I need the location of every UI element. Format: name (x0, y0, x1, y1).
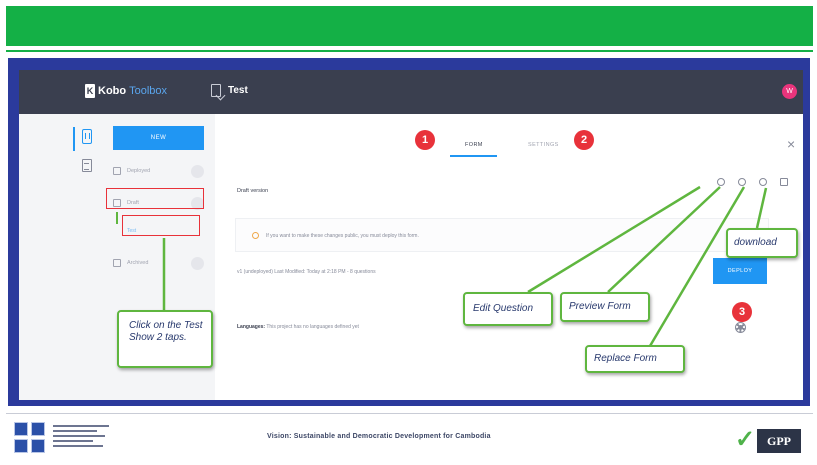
callout-click-test-text: Click on the Test Show 2 taps. (129, 320, 203, 343)
gpp-logo-text: GPP (757, 429, 801, 453)
step-marker-1: 1 (415, 130, 435, 150)
edit-question-icon[interactable] (717, 178, 725, 186)
check-icon: ✓ (735, 426, 756, 453)
kobo-logo[interactable]: K Kobo Toolbox (85, 84, 167, 98)
warning-icon (252, 232, 259, 239)
sidebar-item-deployed[interactable]: Deployed (113, 162, 204, 180)
close-icon[interactable]: × (787, 136, 795, 152)
sidebar-item-label: Archived (127, 260, 149, 266)
callout-click-test: Click on the Test Show 2 taps. (117, 310, 213, 368)
archived-icon (113, 259, 121, 267)
library-icon[interactable] (82, 159, 92, 172)
deployed-icon (113, 167, 121, 175)
gpp-logo: ✓ GPP (733, 426, 801, 456)
project-title[interactable]: Test (211, 84, 248, 97)
form-panel: FORM SETTINGS × Draft version If you wan… (215, 114, 803, 400)
slide: K Kobo Toolbox Test W NEW Deployed Draft… (0, 0, 817, 465)
left-icon-rail (19, 114, 99, 400)
download-icon[interactable] (780, 178, 788, 186)
kobo-logo-mark: K (85, 84, 95, 98)
edit-form-icon (211, 84, 221, 97)
vision-statement: Vision: Sustainable and Democratic Devel… (267, 433, 491, 440)
callout-preview-form: Preview Form (560, 292, 650, 322)
version-meta: v1 (undeployed) Last Modified: Today at … (237, 269, 376, 275)
organization-name-lines (53, 425, 111, 450)
user-avatar[interactable]: W (782, 84, 797, 99)
count-badge (191, 256, 204, 270)
new-button[interactable]: NEW (113, 126, 204, 150)
projects-icon[interactable] (82, 129, 92, 144)
callout-edit-question: Edit Question (463, 292, 553, 326)
app-top-bar: K Kobo Toolbox Test W (19, 70, 803, 114)
sidebar-item-archived[interactable]: Archived (113, 254, 204, 272)
callout-replace-form: Replace Form (585, 345, 685, 373)
organization-logo (14, 422, 48, 456)
rail-active-indicator (73, 127, 75, 151)
header-banner (6, 6, 813, 46)
kobo-logo-name: Kobo (98, 85, 127, 97)
project-title-text: Test (228, 85, 248, 96)
step-marker-3: 3 (732, 302, 752, 322)
callout-download: download (726, 228, 798, 258)
highlight-test (122, 215, 200, 236)
highlight-draft (106, 188, 204, 209)
tab-form[interactable]: FORM (465, 142, 483, 148)
deploy-warning: If you want to make these changes public… (235, 218, 769, 252)
header-rule (6, 50, 813, 52)
kobo-logo-suffix: Toolbox (129, 85, 168, 97)
tab-active-underline (450, 155, 497, 157)
languages-value: This project has no languages defined ye… (266, 324, 359, 330)
deploy-button[interactable]: DEPLOY (713, 258, 767, 284)
languages-key: Languages: (237, 324, 266, 330)
preview-form-icon[interactable] (738, 178, 746, 186)
language-settings-gear-icon[interactable] (735, 322, 746, 333)
sidebar-item-label: Deployed (127, 168, 151, 174)
deploy-warning-text: If you want to make these changes public… (266, 233, 419, 239)
step-marker-2: 2 (574, 130, 594, 150)
languages-row: Languages: This project has no languages… (237, 324, 359, 330)
draft-version-label: Draft version (237, 188, 269, 194)
replace-form-icon[interactable] (759, 178, 767, 186)
tab-settings[interactable]: SETTINGS (528, 142, 559, 148)
count-badge (191, 164, 204, 178)
